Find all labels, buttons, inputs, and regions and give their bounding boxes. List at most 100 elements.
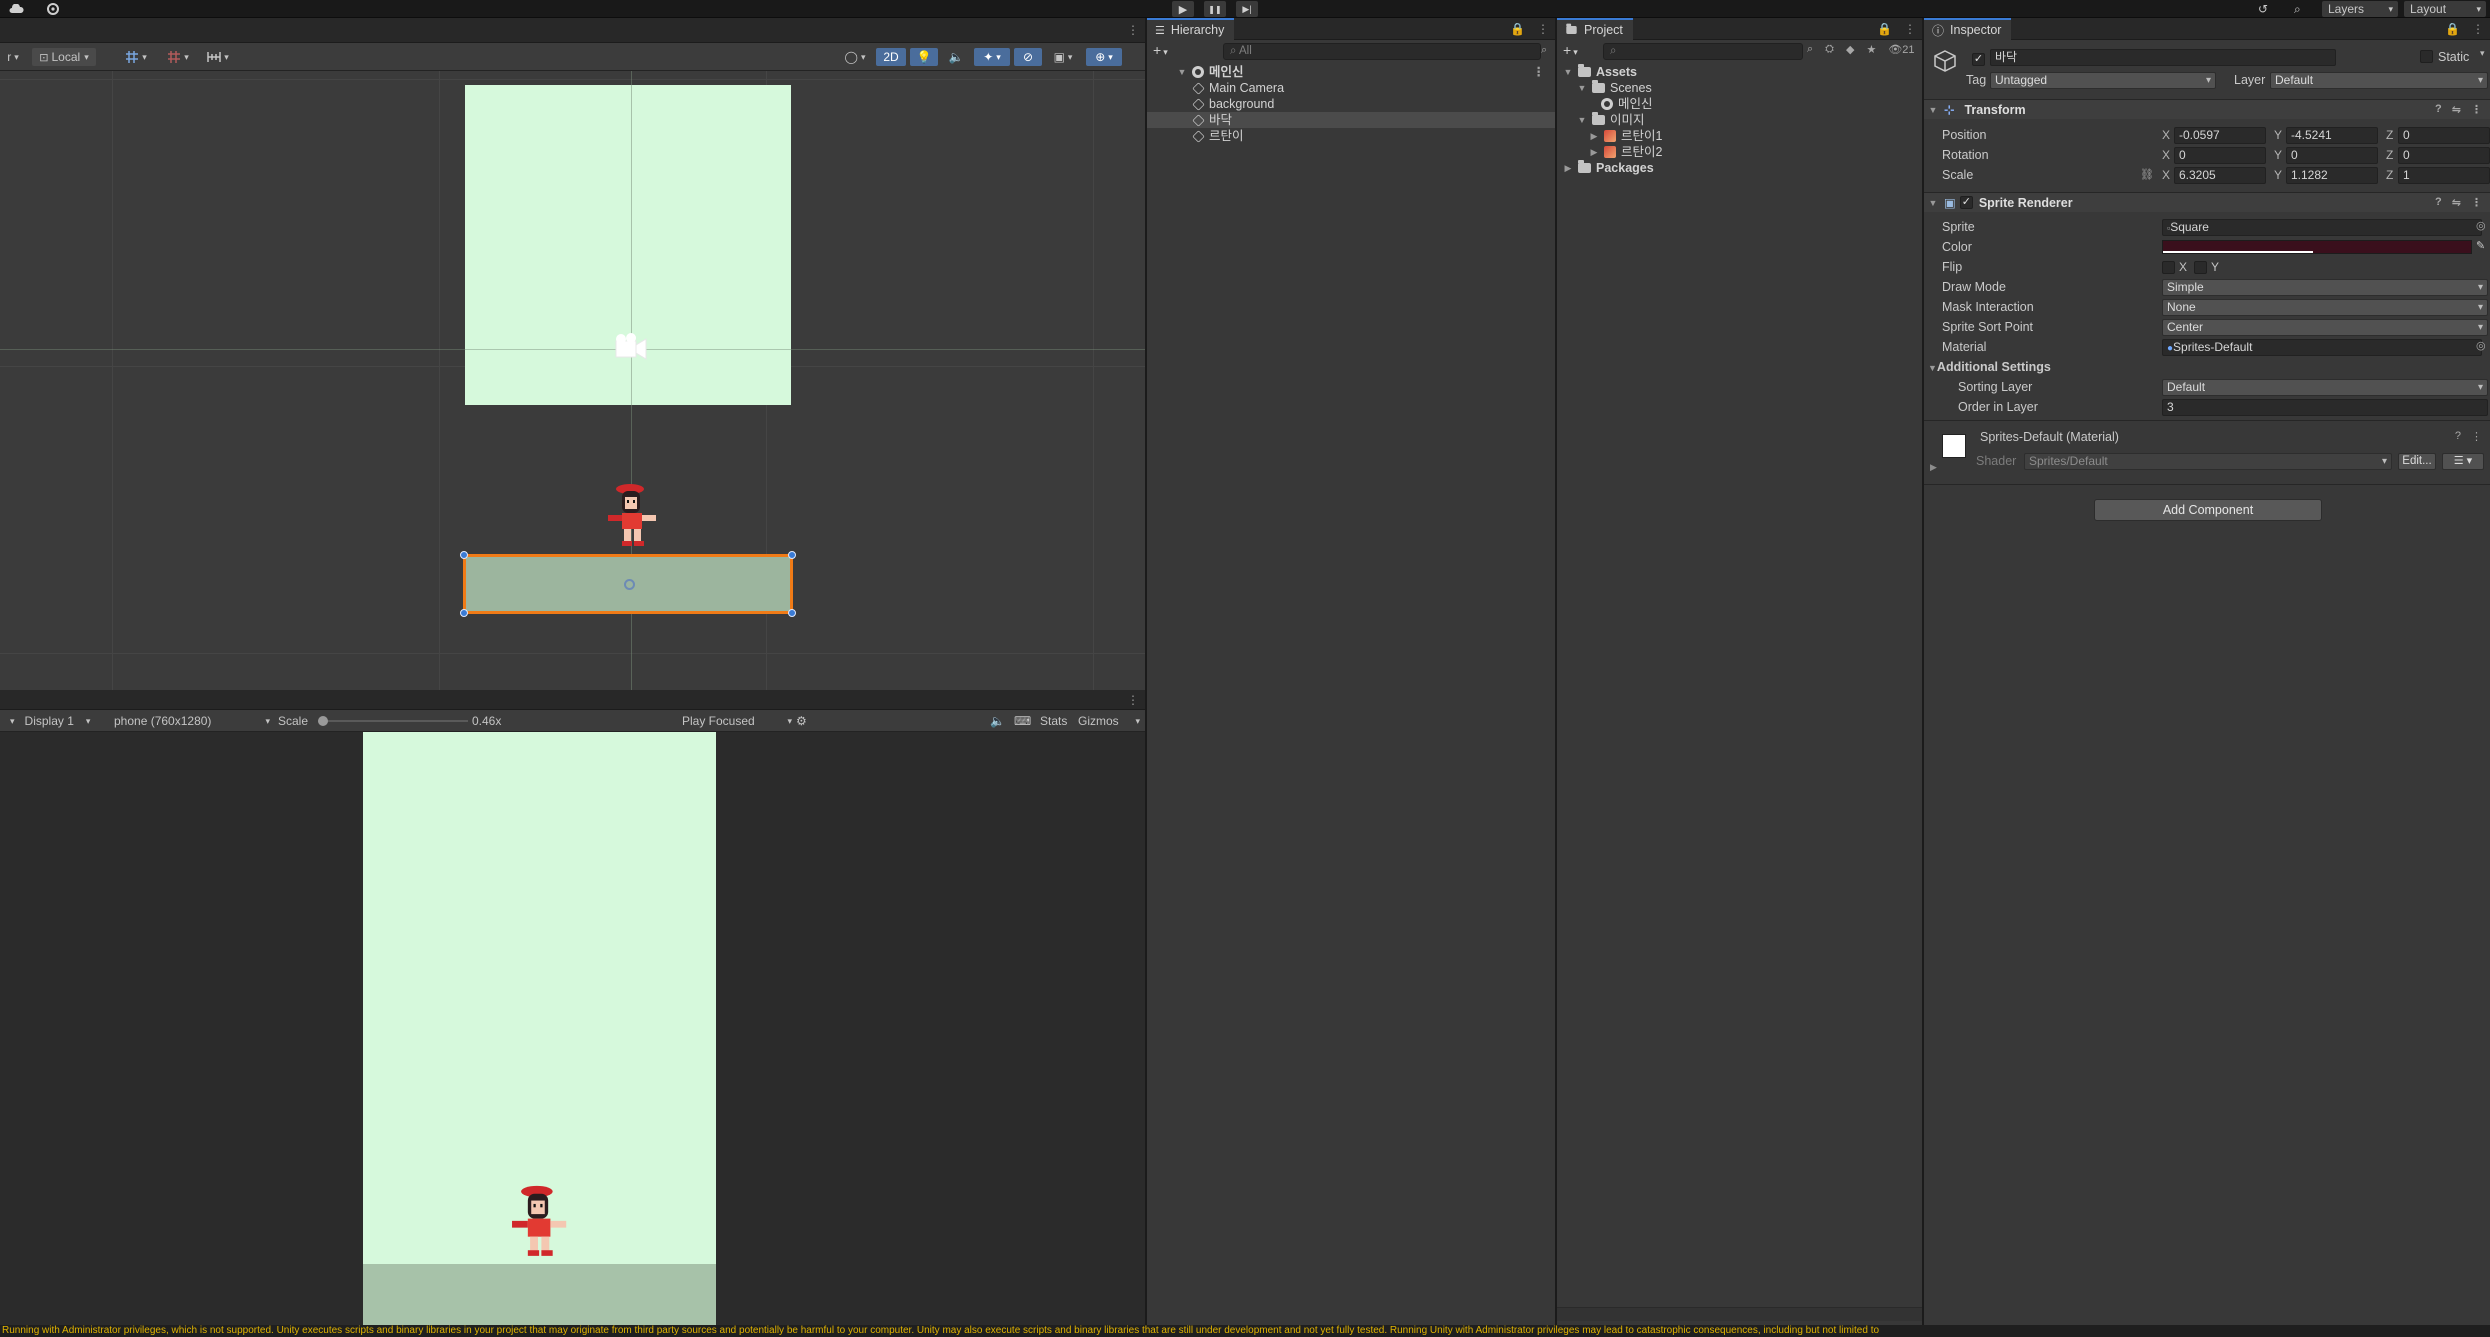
scene-menu-icon[interactable]: ⋮	[1127, 23, 1139, 37]
flip-y-toggle[interactable]: Y	[2194, 260, 2219, 274]
effects-toggle-icon[interactable]: ✦ ▾	[974, 48, 1010, 66]
scale-y-field[interactable]: 1.1282	[2286, 167, 2378, 184]
rect-handle[interactable]	[788, 551, 796, 559]
rect-handle[interactable]	[460, 551, 468, 559]
audio-toggle-icon[interactable]: 🔈	[942, 48, 970, 66]
search-options-icon[interactable]: ⌕	[1541, 44, 1547, 57]
type-filter-icon[interactable]: ⛭	[1825, 43, 1834, 56]
local-dropdown[interactable]: ⊡ Local ▾	[32, 48, 96, 66]
camera-gizmo-icon[interactable]	[612, 333, 650, 366]
shader-dropdown[interactable]: Sprites/Default	[2024, 453, 2392, 470]
static-dropdown-icon[interactable]: ▾	[2480, 48, 2485, 59]
create-plus-icon[interactable]: + ▾	[1563, 42, 1578, 58]
static-checkbox[interactable]	[2420, 50, 2433, 66]
pivot-dropdown[interactable]: r ▾	[0, 48, 26, 66]
scene-root-item[interactable]: ▼ 메인신 ⋮	[1177, 64, 1555, 80]
flip-x-toggle[interactable]: X	[2162, 260, 2187, 274]
star-filter-icon[interactable]: ★	[1866, 43, 1876, 56]
position-z-field[interactable]: 0	[2398, 127, 2490, 144]
play-button[interactable]: ▶	[1172, 1, 1194, 17]
pause-button[interactable]: ❚❚	[1204, 1, 1226, 17]
rotation-y-field[interactable]: 0	[2286, 147, 2378, 164]
pane-splitter[interactable]	[1922, 18, 1924, 1325]
scene-menu-icon[interactable]: ⋮	[1533, 64, 1546, 80]
project-scrollbar[interactable]	[1557, 1307, 1922, 1321]
help-icon[interactable]: ?	[2435, 103, 2442, 116]
play-focused-dropdown[interactable]: Play Focused ▾	[682, 712, 792, 730]
scale-slider-track[interactable]	[318, 716, 468, 726]
display-dropdown[interactable]: ▾ Display 1 ▾	[10, 712, 110, 730]
menu-icon[interactable]: ⋮	[2472, 22, 2484, 36]
project-folder-packages[interactable]: ▶ Packages	[1563, 160, 1654, 176]
transform-header[interactable]: ▼ ⊹ Transform ? ⇋ ⋮	[1924, 99, 2490, 119]
additional-settings-foldout[interactable]: ▼Additional Settings	[1928, 358, 2051, 376]
gizmos-toggle-icon[interactable]: ⊕ ▾	[1086, 48, 1122, 66]
search-icon[interactable]: ⌕	[2294, 1, 2301, 17]
game-canvas[interactable]	[0, 732, 1145, 1325]
audio-mute-icon[interactable]: 🔈	[990, 712, 1005, 730]
shader-options-icon[interactable]: ☰ ▾	[2442, 453, 2484, 470]
project-file-rtan2[interactable]: ▶ 르탄이2	[1589, 144, 1663, 160]
hierarchy-item-rtan[interactable]: 르탄이	[1192, 128, 1555, 144]
sprite-renderer-enabled-checkbox[interactable]: ✓	[1959, 196, 1973, 209]
resolution-dropdown[interactable]: phone (760x1280) ▾	[114, 712, 270, 730]
stats-button[interactable]: Stats	[1040, 712, 1067, 730]
console-status-bar[interactable]: Running with Administrator privileges, w…	[0, 1325, 2490, 1337]
ground-sprite-selected[interactable]	[460, 551, 796, 617]
create-plus-icon[interactable]: + ▾	[1153, 42, 1168, 58]
menu-icon[interactable]: ⋮	[2471, 103, 2482, 116]
project-file-rtan1[interactable]: ▶ 르탄이1	[1589, 128, 1663, 144]
draw-mode-dropdown[interactable]: Simple	[2162, 279, 2488, 296]
tab-project[interactable]: Project	[1557, 18, 1633, 40]
rotation-z-field[interactable]: 0	[2398, 147, 2490, 164]
tag-dropdown[interactable]: Untagged	[1990, 72, 2216, 89]
lock-icon[interactable]: 🔒	[1877, 22, 1892, 36]
hierarchy-search-input[interactable]: ⌕ All	[1223, 43, 1541, 60]
position-x-field[interactable]: -0.0597	[2174, 127, 2266, 144]
hidden-packages-icon[interactable]: 👁21	[1888, 43, 1914, 56]
grid-visibility-icon[interactable]: ▾	[162, 48, 194, 66]
camera-settings-icon[interactable]: ▣ ▾	[1046, 48, 1080, 66]
hierarchy-item-ground[interactable]: 바닥	[1147, 112, 1555, 128]
2d-toggle-button[interactable]: 2D	[876, 48, 906, 66]
settings-icon[interactable]	[46, 1, 60, 17]
bug-icon[interactable]: ⚙	[796, 712, 807, 730]
add-component-button[interactable]: Add Component	[2094, 499, 2322, 521]
menu-icon[interactable]: ⋮	[1904, 22, 1916, 36]
active-checkbox[interactable]: ✓	[1972, 50, 1985, 66]
layer-dropdown[interactable]: Default	[2270, 72, 2488, 89]
lighting-toggle-icon[interactable]: 💡	[910, 48, 938, 66]
tab-hierarchy[interactable]: ☰ Hierarchy	[1147, 18, 1235, 40]
object-picker-icon[interactable]: ◎	[2476, 339, 2486, 352]
object-name-field[interactable]: 바닥	[1990, 49, 2336, 66]
pivot-handle[interactable]	[624, 579, 635, 590]
history-icon[interactable]: ↺	[2258, 1, 2268, 17]
menu-icon[interactable]: ⋮	[2471, 196, 2482, 209]
rect-handle[interactable]	[788, 609, 796, 617]
pane-splitter[interactable]	[1145, 18, 1147, 1325]
hidden-objects-icon[interactable]: ⊘	[1014, 48, 1042, 66]
sprite-sort-point-dropdown[interactable]: Center	[2162, 319, 2488, 336]
sprite-object-field[interactable]: ▫Square	[2162, 219, 2482, 236]
keyboard-icon[interactable]: ⌨	[1014, 712, 1031, 730]
label-filter-icon[interactable]: ◆	[1846, 43, 1854, 56]
scale-slider-knob[interactable]	[318, 716, 328, 726]
sprite-renderer-header[interactable]: ▼ ▣ ✓ Sprite Renderer ? ⇋ ⋮	[1924, 192, 2490, 212]
eyedropper-icon[interactable]: ✎	[2476, 239, 2485, 252]
edit-shader-button[interactable]: Edit...	[2398, 453, 2436, 470]
project-folder-scenes[interactable]: ▼ Scenes	[1577, 80, 1652, 96]
step-button[interactable]: ▶|	[1236, 1, 1258, 17]
help-icon[interactable]: ?	[2455, 430, 2461, 443]
preset-icon[interactable]: ⇋	[2452, 196, 2461, 209]
game-menu-icon[interactable]: ⋮	[1127, 693, 1139, 707]
material-foldout-icon[interactable]: ▶	[1930, 462, 1937, 473]
project-folder-assets[interactable]: ▼ Assets	[1563, 64, 1637, 80]
rotation-x-field[interactable]: 0	[2174, 147, 2266, 164]
help-icon[interactable]: ?	[2435, 196, 2442, 209]
project-folder-images[interactable]: ▼ 이미지	[1577, 112, 1645, 128]
project-search-input[interactable]: ⌕	[1603, 43, 1803, 60]
menu-icon[interactable]: ⋮	[1537, 22, 1549, 36]
scene-canvas[interactable]	[0, 71, 1145, 690]
project-file-scene[interactable]: 메인신	[1601, 96, 1653, 112]
shading-mode-icon[interactable]: ◯ ▾	[838, 48, 872, 66]
